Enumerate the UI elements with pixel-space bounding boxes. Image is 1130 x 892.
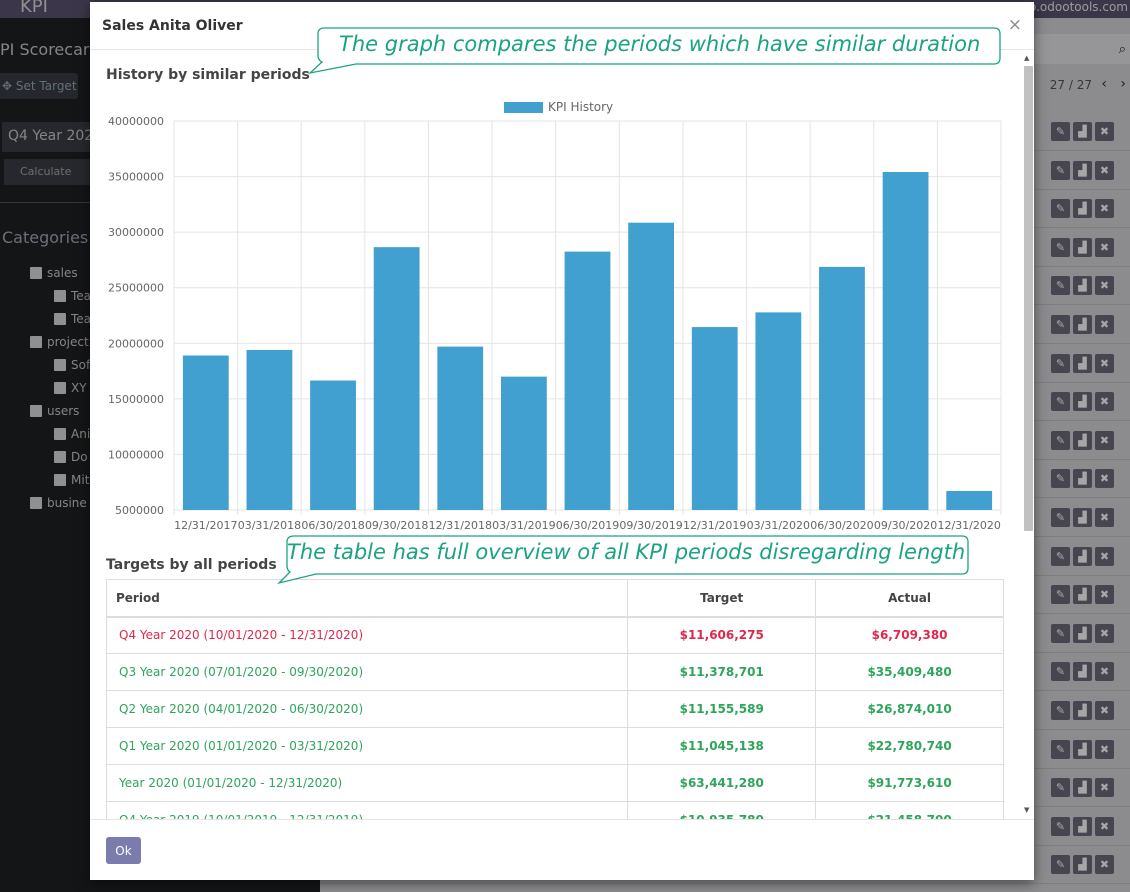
table-callout-text: The table has full overview of all KPI p… <box>287 540 966 564</box>
bar <box>373 247 420 510</box>
y-tick-label: 5000000 <box>115 504 164 517</box>
x-tick-label: 06/30/2018 <box>301 519 364 532</box>
actual-cell: $91,773,610 <box>815 764 1004 802</box>
dialog-body[interactable]: History by similar periods 40000000 35000… <box>90 51 1034 819</box>
y-tick-label: 25000000 <box>108 282 164 295</box>
kpi-history-chart: 40000000 35000000 30000000 25000000 20000000… <box>108 100 1002 532</box>
bar <box>500 376 547 510</box>
x-tick-label: 09/30/2019 <box>619 519 682 532</box>
dialog-title: Sales Anita Oliver <box>102 18 243 34</box>
table-row[interactable]: Q2 Year 2020 (04/01/2020 - 06/30/2020) $1… <box>105 690 1004 728</box>
x-tick-label: 03/31/2020 <box>747 519 810 532</box>
table-row[interactable]: Q4 Year 2020 (10/01/2020 - 12/31/2020) $1… <box>105 616 1004 654</box>
bar <box>691 327 738 510</box>
chart-x-ticks: 12/31/2017 03/31/2018 06/30/2018 09/30/2018… <box>174 519 1001 532</box>
bar <box>182 355 229 510</box>
chart-y-ticks: 40000000 35000000 30000000 25000000 20000000… <box>108 115 164 517</box>
y-tick-label: 40000000 <box>108 115 164 128</box>
target-cell: $10,935,780 <box>627 801 817 819</box>
legend-swatch <box>504 102 543 113</box>
target-cell: $11,045,138 <box>627 727 817 765</box>
y-tick-label: 15000000 <box>108 393 164 406</box>
table-row[interactable]: Year 2020 (01/01/2020 - 12/31/2020) $63,4… <box>105 764 1004 802</box>
bar <box>819 266 865 510</box>
scroll-down-icon[interactable]: ▼ <box>1024 806 1029 814</box>
x-tick-label: 12/31/2017 <box>174 519 237 532</box>
graph-callout: The graph compares the periods which hav… <box>308 26 1004 76</box>
x-tick-label: 12/31/2019 <box>683 519 746 532</box>
bar <box>946 491 993 510</box>
y-tick-label: 30000000 <box>108 226 164 239</box>
y-tick-label: 10000000 <box>108 448 164 461</box>
period-cell: Q4 Year 2020 (10/01/2020 - 12/31/2020) <box>105 616 629 654</box>
bar <box>437 346 484 510</box>
x-tick-label: 03/31/2019 <box>492 519 555 532</box>
x-tick-label: 12/31/2020 <box>937 519 1000 532</box>
x-tick-label: 09/30/2018 <box>365 519 428 532</box>
targets-table: Period Target Actual Q4 Year 2020 (10/01… <box>105 579 1004 819</box>
bar <box>755 312 802 510</box>
target-cell: $11,155,589 <box>627 690 817 728</box>
scroll-up-icon[interactable]: ▲ <box>1024 54 1029 62</box>
table-row[interactable]: Q3 Year 2020 (07/01/2020 - 09/30/2020) $1… <box>105 653 1004 691</box>
chart-legend: KPI History <box>504 100 613 114</box>
period-cell: Q1 Year 2020 (01/01/2020 - 03/31/2020) <box>105 727 629 765</box>
period-cell: Q2 Year 2020 (04/01/2020 - 06/30/2020) <box>105 690 629 728</box>
bar <box>882 172 929 510</box>
dialog-footer: Ok <box>90 819 1034 880</box>
bar <box>564 251 611 511</box>
scrollbar[interactable]: ▲ ▼ <box>1022 52 1033 818</box>
period-cell: Year 2020 (01/01/2020 - 12/31/2020) <box>105 764 629 802</box>
graph-callout-text: The graph compares the periods which hav… <box>339 32 981 56</box>
period-cell: Q3 Year 2020 (07/01/2020 - 09/30/2020) <box>105 653 629 691</box>
legend-label: KPI History <box>548 100 613 114</box>
chart-bars <box>182 172 993 511</box>
period-cell: Q4 Year 2019 (10/01/2019 - 12/31/2019) <box>105 801 629 819</box>
x-tick-label: 06/30/2019 <box>556 519 619 532</box>
y-tick-label: 20000000 <box>108 337 164 350</box>
x-tick-label: 06/30/2020 <box>810 519 873 532</box>
targets-heading: Targets by all periods <box>106 557 277 573</box>
target-cell: $11,606,275 <box>627 616 817 654</box>
bar <box>246 349 293 510</box>
table-row[interactable]: Q4 Year 2019 (10/01/2019 - 12/31/2019)$1… <box>105 801 1004 819</box>
bar <box>310 380 356 510</box>
ok-button[interactable]: Ok <box>106 837 141 864</box>
kpi-history-dialog: Sales Anita Oliver × History by similar … <box>90 2 1034 880</box>
y-tick-label: 35000000 <box>108 171 164 184</box>
target-cell: $11,378,701 <box>627 653 817 691</box>
table-callout: The table has full overview of all KPI p… <box>276 534 976 586</box>
actual-cell: $35,409,480 <box>815 653 1004 691</box>
actual-cell: $22,780,740 <box>815 727 1004 765</box>
actual-cell: $26,874,010 <box>815 690 1004 728</box>
close-icon[interactable]: × <box>1008 15 1022 35</box>
scrollbar-thumb[interactable] <box>1024 66 1033 531</box>
x-tick-label: 03/31/2018 <box>238 519 301 532</box>
x-tick-label: 09/30/2020 <box>874 519 937 532</box>
actual-cell: $6,709,380 <box>815 616 1004 654</box>
actual-cell: $21,458,700 <box>815 801 1004 819</box>
table-row[interactable]: Q1 Year 2020 (01/01/2020 - 03/31/2020) $1… <box>105 727 1004 765</box>
history-heading: History by similar periods <box>106 67 310 83</box>
bar <box>628 222 675 510</box>
target-cell: $63,441,280 <box>627 764 817 802</box>
x-tick-label: 12/31/2018 <box>429 519 492 532</box>
